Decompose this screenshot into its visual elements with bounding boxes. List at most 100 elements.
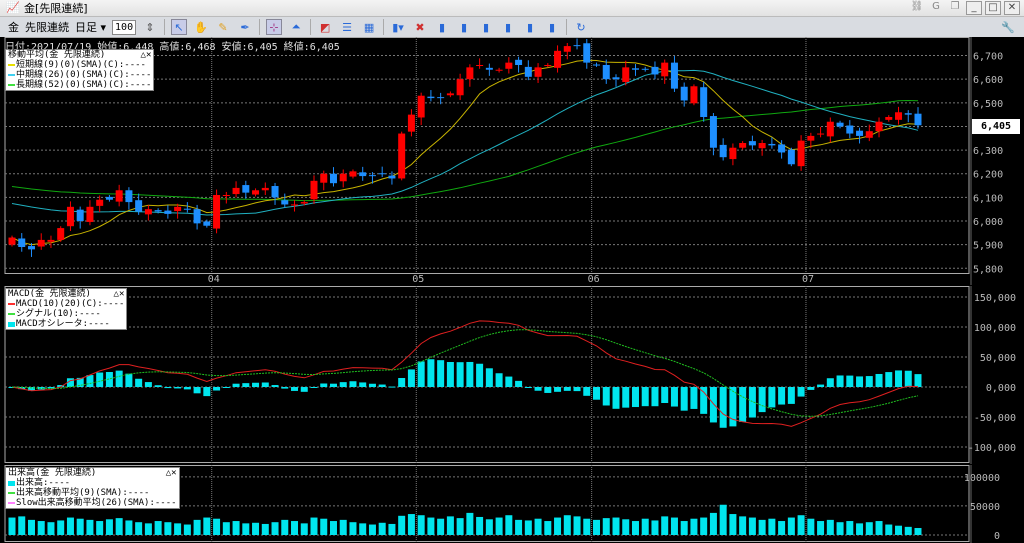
volume-bar xyxy=(368,524,376,535)
macd-oscillator-bar xyxy=(86,375,94,387)
volume-bar xyxy=(729,514,737,535)
macd-oscillator-bar xyxy=(515,380,523,387)
chart-area[interactable]: 6,7006,6006,5006,4006,3006,2006,1006,000… xyxy=(0,37,1024,543)
candle-body xyxy=(329,173,337,184)
volume-bar xyxy=(758,519,766,535)
indicator-2-icon[interactable]: ▮ xyxy=(456,19,472,35)
horizontal-grid-icon[interactable]: ☰ xyxy=(339,19,355,35)
volume-bar xyxy=(203,517,211,535)
candle-body xyxy=(281,200,289,205)
indicator-3-icon[interactable]: ▮ xyxy=(478,19,494,35)
candle-body xyxy=(193,209,201,224)
signal-swatch xyxy=(8,313,15,315)
macd-oscillator-bar xyxy=(885,372,893,387)
macd-tick-label: -50,000 xyxy=(974,413,1016,424)
crosshair-tool-icon[interactable]: ⊹ xyxy=(266,19,283,35)
candle-body xyxy=(37,239,45,247)
legend-controls-icon[interactable]: △✕ xyxy=(114,289,125,299)
volume-bar xyxy=(76,518,84,535)
reload-icon[interactable]: ↻ xyxy=(573,19,589,35)
macd-oscillator-bar xyxy=(602,387,610,406)
macd-oscillator-bar xyxy=(593,387,601,400)
volume-bar xyxy=(846,521,854,535)
volume-bar xyxy=(154,521,162,535)
candle-body xyxy=(826,121,834,137)
legend-controls-icon[interactable]: △✕ xyxy=(141,50,152,60)
indicator-1-icon[interactable]: ▮ xyxy=(434,19,450,35)
candle-body xyxy=(339,173,347,182)
macd-oscillator-bar xyxy=(719,387,727,428)
volume-bar xyxy=(875,521,883,535)
link-icon[interactable]: ⛓ xyxy=(909,1,925,15)
volume-tick-label: 100000 xyxy=(964,473,1000,484)
chart-window-icon[interactable]: ◩ xyxy=(317,19,333,35)
close-button[interactable]: ✕ xyxy=(1004,1,1020,15)
indicator-4-icon[interactable]: ▮ xyxy=(500,19,516,35)
hand-tool-icon[interactable]: ✋ xyxy=(193,19,209,35)
maximize-button[interactable]: □ xyxy=(985,1,1001,15)
indicator-6-icon[interactable]: ▮ xyxy=(544,19,560,35)
macd-legend[interactable]: MACD(金 先限連続) △✕ MACD(10)(20)(C):---- シグナル… xyxy=(5,288,128,330)
candle-body xyxy=(817,133,825,135)
copy-window-icon[interactable]: ❐ xyxy=(947,1,963,15)
candle-body xyxy=(66,206,74,227)
macd-swatch xyxy=(8,303,15,305)
indicator-5-icon[interactable]: ▮ xyxy=(522,19,538,35)
volume-bar xyxy=(573,516,581,535)
macd-oscillator-bar xyxy=(485,368,493,387)
macd-oscillator-bar xyxy=(856,376,864,387)
price-tick-label: 6,500 xyxy=(973,99,1003,110)
macd-oscillator-bar xyxy=(252,382,260,387)
volume-bar xyxy=(252,522,260,535)
macd-oscillator-bar xyxy=(690,387,698,409)
macd-oscillator-bar xyxy=(359,382,367,387)
up-circle-icon[interactable]: ⏶ xyxy=(288,19,304,35)
candle-body xyxy=(797,140,805,167)
macd-oscillator-bar xyxy=(846,375,854,387)
volume-bar xyxy=(135,522,143,535)
macd-tick-label: 150,000 xyxy=(974,293,1016,304)
month-label: 07 xyxy=(802,274,814,285)
volume-tick-label: 0 xyxy=(994,531,1000,542)
legend-controls-icon[interactable]: △✕ xyxy=(166,468,177,478)
macd-oscillator-bar xyxy=(320,383,328,387)
grid-icon[interactable]: ▦ xyxy=(361,19,377,35)
candle-body xyxy=(349,171,357,177)
macd-oscillator-bar xyxy=(183,387,191,390)
pointer-tool-icon[interactable]: ↖ xyxy=(171,19,188,35)
chart-app-icon: 📈 xyxy=(6,1,20,14)
spinner-icon[interactable]: ⇕ xyxy=(142,19,158,35)
contract-label[interactable]: 先限連続 xyxy=(25,19,69,35)
candle-body xyxy=(222,195,230,196)
pen-tool-icon[interactable]: ✒ xyxy=(237,19,253,35)
settings-wrench-icon[interactable]: 🔧 xyxy=(1000,19,1016,35)
ma-legend[interactable]: 移動平均(金 先限連続) △✕ 短期線(9)(0)(SMA)(C):---- 中期… xyxy=(5,49,155,91)
macd-oscillator-bar xyxy=(329,383,337,387)
bars-count-input[interactable] xyxy=(112,19,137,35)
delete-indicator-icon[interactable]: ✖ xyxy=(412,19,428,35)
price-tick-label: 6,600 xyxy=(973,75,1003,86)
volume-bar xyxy=(437,518,445,535)
volume-bar xyxy=(378,522,386,535)
macd-oscillator-bar xyxy=(495,373,503,387)
symbol-label[interactable]: 金 xyxy=(8,19,19,35)
period-select[interactable]: 日足 ▾ xyxy=(75,19,106,35)
macd-oscillator-bar xyxy=(670,387,678,407)
volume-bar xyxy=(417,515,425,535)
minimize-button[interactable]: _ xyxy=(966,1,982,15)
volume-bar xyxy=(524,520,532,535)
macd-panel[interactable]: 150,000 100,000 50,000 0,000 -50,000 -100,000 xyxy=(0,286,1024,464)
pencil-tool-icon[interactable]: ✎ xyxy=(215,19,231,35)
macd-oscillator-bar xyxy=(661,387,669,404)
ma52-label: 長期線(52)(0)(SMA)(C):---- xyxy=(16,80,152,90)
volume-legend[interactable]: 出来高(金 先限連続) △✕ 出来高:---- 出来高移動平均(9)(SMA):-… xyxy=(5,467,180,509)
macd-oscillator-bar xyxy=(291,387,299,391)
bar-chart-dropdown-icon[interactable]: ▮▾ xyxy=(390,19,406,35)
macd-oscillator-bar xyxy=(826,378,834,387)
volume-bar xyxy=(680,521,688,535)
volume-bar xyxy=(105,519,113,535)
macd-oscillator-bar xyxy=(437,360,445,387)
candle-body xyxy=(135,200,143,212)
refresh-icon[interactable]: G xyxy=(928,1,944,15)
candle-body xyxy=(8,237,16,245)
